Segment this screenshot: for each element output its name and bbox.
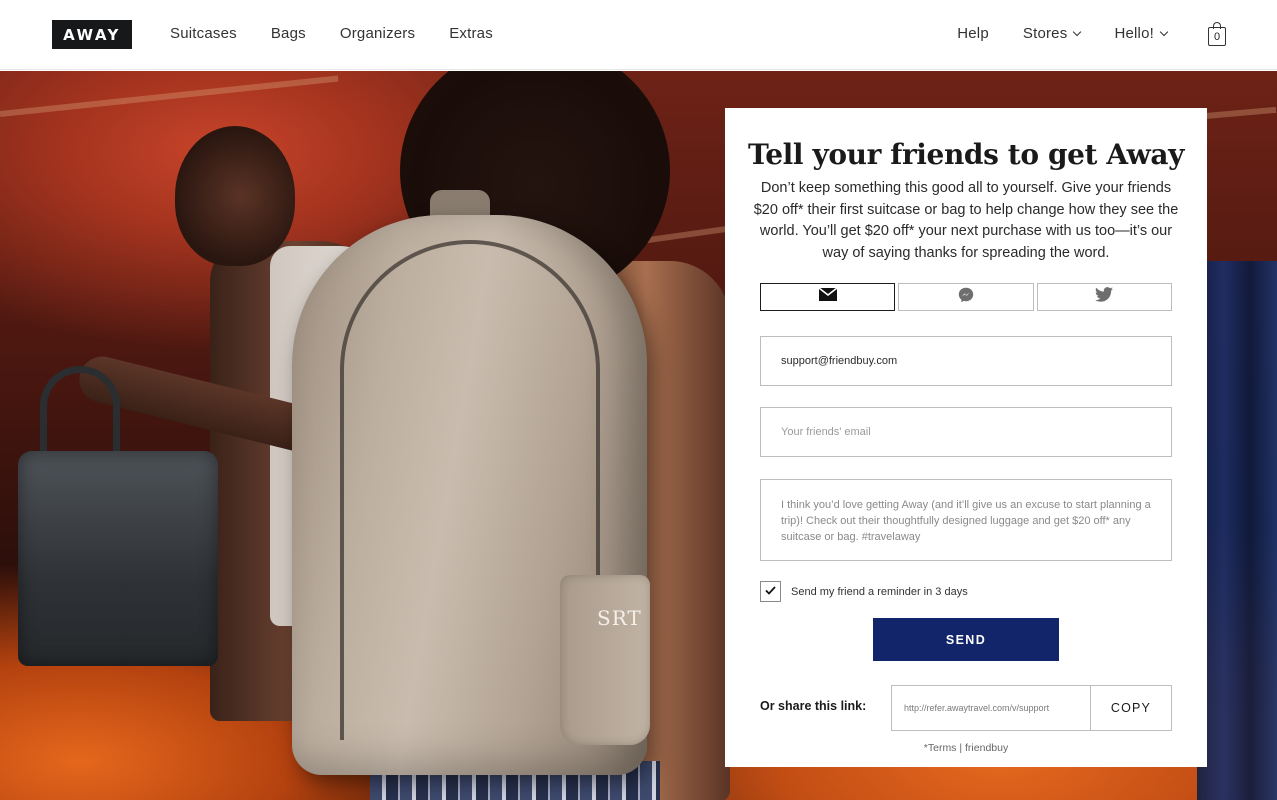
share-method-tabs xyxy=(760,283,1172,311)
backpack-monogram: SRT xyxy=(597,606,642,630)
chevron-down-icon xyxy=(1159,27,1169,36)
share-link-label: Or share this link: xyxy=(760,699,867,713)
nav-organizers[interactable]: Organizers xyxy=(340,25,415,42)
reminder-label: Send my friend a reminder in 3 days xyxy=(791,585,968,598)
tab-twitter[interactable] xyxy=(1036,283,1172,311)
nav-extras[interactable]: Extras xyxy=(449,25,493,42)
nav-help[interactable]: Help xyxy=(957,25,989,42)
nav-stores-label: Stores xyxy=(1022,25,1068,42)
away-logo[interactable]: AWAY xyxy=(52,20,132,49)
terms-separator: | xyxy=(959,742,963,754)
secondary-nav: Help Stores Hello! xyxy=(923,25,1169,42)
messenger-icon xyxy=(958,287,974,308)
referral-title: Tell your friends to get Away xyxy=(748,138,1184,171)
envelope-icon xyxy=(818,287,838,306)
duffel-bag xyxy=(18,451,218,666)
terms-link[interactable]: *Terms xyxy=(924,742,957,754)
nav-account-label: Hello! xyxy=(1114,25,1154,42)
backpack-side-pocket xyxy=(560,575,650,745)
shopping-bag-button[interactable]: 0 xyxy=(1208,22,1226,46)
message-textarea[interactable]: I think you’d love getting Away (and it’… xyxy=(760,479,1172,561)
tab-email[interactable] xyxy=(760,283,896,311)
share-link-field[interactable]: http://refer.awaytravel.com/v/support xyxy=(891,685,1091,731)
nav-bags[interactable]: Bags xyxy=(271,25,306,42)
friends-email-field[interactable]: Your friends’ email xyxy=(760,407,1172,457)
reminder-checkbox[interactable] xyxy=(760,581,781,602)
twitter-icon xyxy=(1095,287,1114,307)
chevron-down-icon xyxy=(1073,27,1082,36)
nav-suitcases[interactable]: Suitcases xyxy=(170,25,237,42)
referral-card: Tell your friends to get Away Don’t keep… xyxy=(725,108,1207,767)
friendbuy-link[interactable]: friendbuy xyxy=(965,742,1008,754)
your-email-field[interactable]: support@friendbuy.com xyxy=(760,336,1172,386)
nav-help-label: Help xyxy=(957,25,989,42)
copy-link-button[interactable]: COPY xyxy=(1090,685,1172,731)
site-header: AWAY Suitcases Bags Organizers Extras He… xyxy=(0,0,1277,70)
nav-stores-dropdown[interactable]: Stores xyxy=(1022,25,1082,42)
send-button[interactable]: SEND xyxy=(873,618,1059,661)
reminder-option: Send my friend a reminder in 3 days xyxy=(760,581,968,602)
terms-footer: *Terms | friendbuy xyxy=(725,742,1207,754)
blue-curtain xyxy=(1197,261,1277,800)
cart-count: 0 xyxy=(1208,27,1226,46)
checkmark-icon xyxy=(765,585,776,598)
nav-account-dropdown[interactable]: Hello! xyxy=(1114,25,1169,42)
tab-messenger[interactable] xyxy=(898,283,1034,311)
primary-nav: Suitcases Bags Organizers Extras xyxy=(170,25,527,42)
referral-description: Don’t keep something this good all to yo… xyxy=(753,180,1179,261)
